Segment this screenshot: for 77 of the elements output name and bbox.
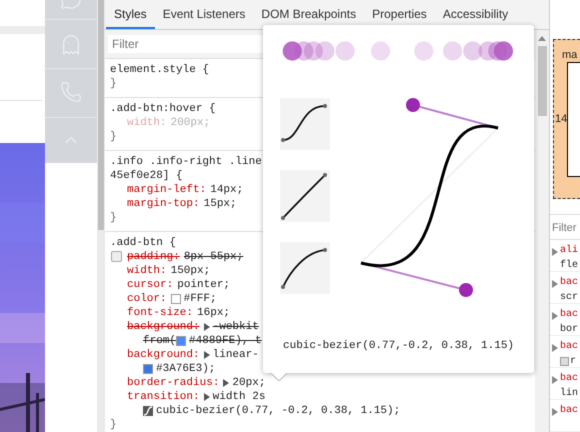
property-name[interactable]: bac xyxy=(560,339,578,354)
property-value: bor xyxy=(560,322,578,337)
property-value[interactable]: 150px; xyxy=(170,264,210,278)
property-name[interactable]: ali xyxy=(560,243,578,258)
expand-triangle-icon[interactable] xyxy=(552,376,558,384)
selector[interactable]: .add-btn { xyxy=(110,236,176,250)
tab[interactable]: Properties xyxy=(364,1,435,29)
property-name[interactable]: font-size: xyxy=(127,306,194,320)
expand-triangle-icon[interactable] xyxy=(552,248,558,256)
expand-triangle-icon[interactable] xyxy=(552,408,558,416)
property-value[interactable]: 16px; xyxy=(197,306,230,320)
expand-triangle-icon[interactable] xyxy=(204,323,210,331)
property-value: #4889FE), t xyxy=(189,334,262,348)
color-swatch-icon[interactable] xyxy=(170,294,181,304)
property-value[interactable]: 8px 55px; xyxy=(184,250,244,264)
property-name[interactable]: bac xyxy=(560,275,578,290)
selector[interactable]: element.style { xyxy=(110,63,210,77)
property-value[interactable]: #FFF; xyxy=(184,292,217,306)
expand-triangle-icon[interactable] xyxy=(552,280,558,288)
property-value: cubic-bezier(0.77, -0.2, 0.38, 1.15); xyxy=(156,404,400,418)
bezier-value: cubic-bezier(0.77,-0.2, 0.38, 1.15) xyxy=(283,338,516,354)
scrollbar-thumb[interactable] xyxy=(98,0,104,230)
selector[interactable]: 45ef0e28] { xyxy=(110,169,183,183)
scrollbar-thumb[interactable] xyxy=(538,46,546,116)
bezier-curve-icon[interactable] xyxy=(143,406,153,416)
easing-preset-icon[interactable] xyxy=(280,98,330,150)
property-name[interactable]: background: xyxy=(127,320,200,334)
property-name[interactable]: border-radius: xyxy=(127,376,220,390)
property-value[interactable]: pointer; xyxy=(177,278,230,292)
property-value[interactable]: 15px; xyxy=(204,197,237,211)
property-value: from( xyxy=(143,334,176,348)
property-name[interactable]: margin-top: xyxy=(127,197,200,211)
expand-triangle-icon[interactable] xyxy=(204,351,210,359)
tab[interactable]: Event Listeners xyxy=(154,1,254,29)
property-value: lin xyxy=(560,386,578,401)
closing-brace: } xyxy=(110,211,117,225)
property-value[interactable]: -webkit xyxy=(212,320,259,334)
tab[interactable]: Accessibility xyxy=(434,1,516,29)
property-value: #3A76E3); xyxy=(156,362,216,376)
scrollbar[interactable] xyxy=(97,0,105,432)
margin-left-value: 14 xyxy=(555,112,567,128)
property-name[interactable]: bac xyxy=(560,403,578,418)
property-value: scr xyxy=(560,291,578,305)
easing-preset-icon[interactable] xyxy=(280,242,330,294)
tab[interactable]: DOM Breakpoints xyxy=(253,1,364,29)
expand-triangle-icon[interactable] xyxy=(552,312,558,320)
scroll-up-arrow-icon[interactable] xyxy=(538,36,546,41)
property-value: r xyxy=(570,355,576,369)
closing-brace: } xyxy=(110,130,117,144)
property-name[interactable]: margin-left: xyxy=(127,183,206,197)
expand-triangle-icon[interactable] xyxy=(223,379,230,387)
property-name[interactable]: color: xyxy=(127,292,167,306)
property-value[interactable]: 14px; xyxy=(210,183,244,197)
property-name[interactable]: width: xyxy=(127,264,167,278)
property-value[interactable]: width 2s xyxy=(212,390,266,404)
property-name[interactable]: transition: xyxy=(127,390,200,404)
easing-preset-icon[interactable] xyxy=(280,170,330,222)
selector[interactable]: .info .info-right .line xyxy=(110,155,262,169)
scrollbar[interactable] xyxy=(535,30,549,432)
property-name[interactable]: padding: xyxy=(127,250,180,264)
property-value[interactable]: linear- xyxy=(212,348,259,362)
color-swatch-icon[interactable] xyxy=(143,364,153,374)
property-value: fle xyxy=(560,258,578,273)
property-name[interactable]: bac xyxy=(560,371,578,386)
header-bar xyxy=(0,26,45,34)
checkbox[interactable] xyxy=(111,251,122,262)
closing-brace: } xyxy=(110,418,117,432)
expand-triangle-icon[interactable] xyxy=(204,393,210,401)
margin-label: ma xyxy=(562,48,578,61)
color-swatch-icon[interactable] xyxy=(176,336,186,346)
property-name[interactable]: background: xyxy=(127,348,200,362)
property-value[interactable]: 20px; xyxy=(232,376,266,390)
property-name[interactable]: bac xyxy=(560,307,578,322)
closing-brace: } xyxy=(110,77,117,91)
property-name[interactable]: cursor: xyxy=(127,278,174,292)
selector[interactable]: .add-btn:hover { xyxy=(110,102,216,116)
expand-triangle-icon[interactable] xyxy=(552,344,558,352)
